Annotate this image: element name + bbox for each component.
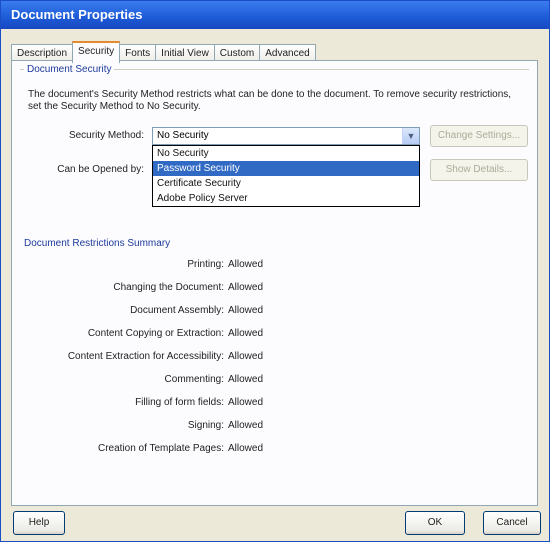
cancel-button[interactable]: Cancel (483, 511, 541, 535)
restriction-value: Allowed (228, 328, 264, 339)
restriction-label: Filling of form fields: (135, 397, 224, 408)
security-description: The document's Security Method restricts… (28, 89, 512, 112)
security-method-dropdown: No Security Password Security Certificat… (152, 145, 420, 207)
tab-strip: Description Security Fonts Initial View … (11, 41, 316, 63)
dropdown-option-password-security[interactable]: Password Security (153, 161, 419, 176)
restriction-label: Content Extraction for Accessibility: (67, 351, 224, 362)
restriction-label: Document Assembly: (130, 305, 224, 316)
restriction-label: Printing: (187, 259, 224, 270)
document-properties-dialog: Document Properties Description Security… (0, 0, 550, 542)
help-button[interactable]: Help (13, 511, 65, 535)
restriction-row: Document Assembly: Allowed (12, 305, 272, 319)
dropdown-option-no-security[interactable]: No Security (153, 146, 419, 161)
chevron-down-icon[interactable]: ▼ (402, 128, 419, 144)
restriction-value: Allowed (228, 420, 264, 431)
restriction-row: Creation of Template Pages: Allowed (12, 443, 272, 457)
dropdown-option-certificate-security[interactable]: Certificate Security (153, 176, 419, 191)
restriction-value: Allowed (228, 443, 264, 454)
ok-button[interactable]: OK (405, 511, 465, 535)
restriction-row: Commenting: Allowed (12, 374, 272, 388)
security-method-label: Security Method: (68, 130, 144, 141)
restriction-value: Allowed (228, 282, 264, 293)
change-settings-button[interactable]: Change Settings... (430, 125, 528, 147)
restriction-value: Allowed (228, 374, 264, 385)
restriction-label: Changing the Document: (113, 282, 224, 293)
restriction-row: Content Extraction for Accessibility: Al… (12, 351, 272, 365)
restriction-row: Signing: Allowed (12, 420, 272, 434)
restrictions-summary-header: Document Restrictions Summary (24, 238, 171, 249)
security-method-select[interactable]: No Security ▼ (152, 127, 420, 145)
tab-security[interactable]: Security (72, 41, 121, 63)
can-be-opened-by-label: Can be Opened by: (57, 164, 144, 175)
restriction-value: Allowed (228, 259, 264, 270)
restriction-label: Content Copying or Extraction: (87, 328, 224, 339)
restriction-label: Signing: (187, 420, 224, 431)
show-details-button[interactable]: Show Details... (430, 159, 528, 181)
restriction-value: Allowed (228, 305, 264, 316)
restriction-row: Filling of form fields: Allowed (12, 397, 272, 411)
restriction-label: Creation of Template Pages: (97, 443, 224, 454)
security-method-value: No Security (157, 130, 209, 141)
restriction-row: Content Copying or Extraction: Allowed (12, 328, 272, 342)
restriction-value: Allowed (228, 351, 264, 362)
restriction-row: Changing the Document: Allowed (12, 282, 272, 296)
dropdown-option-adobe-policy-server[interactable]: Adobe Policy Server (153, 191, 419, 206)
security-panel: Document Security The document's Securit… (11, 60, 538, 506)
document-security-group-title: Document Security (24, 64, 115, 75)
dialog-title: Document Properties (1, 1, 549, 29)
restriction-label: Commenting: (164, 374, 224, 385)
restriction-row: Printing: Allowed (12, 259, 272, 273)
restriction-value: Allowed (228, 397, 264, 408)
